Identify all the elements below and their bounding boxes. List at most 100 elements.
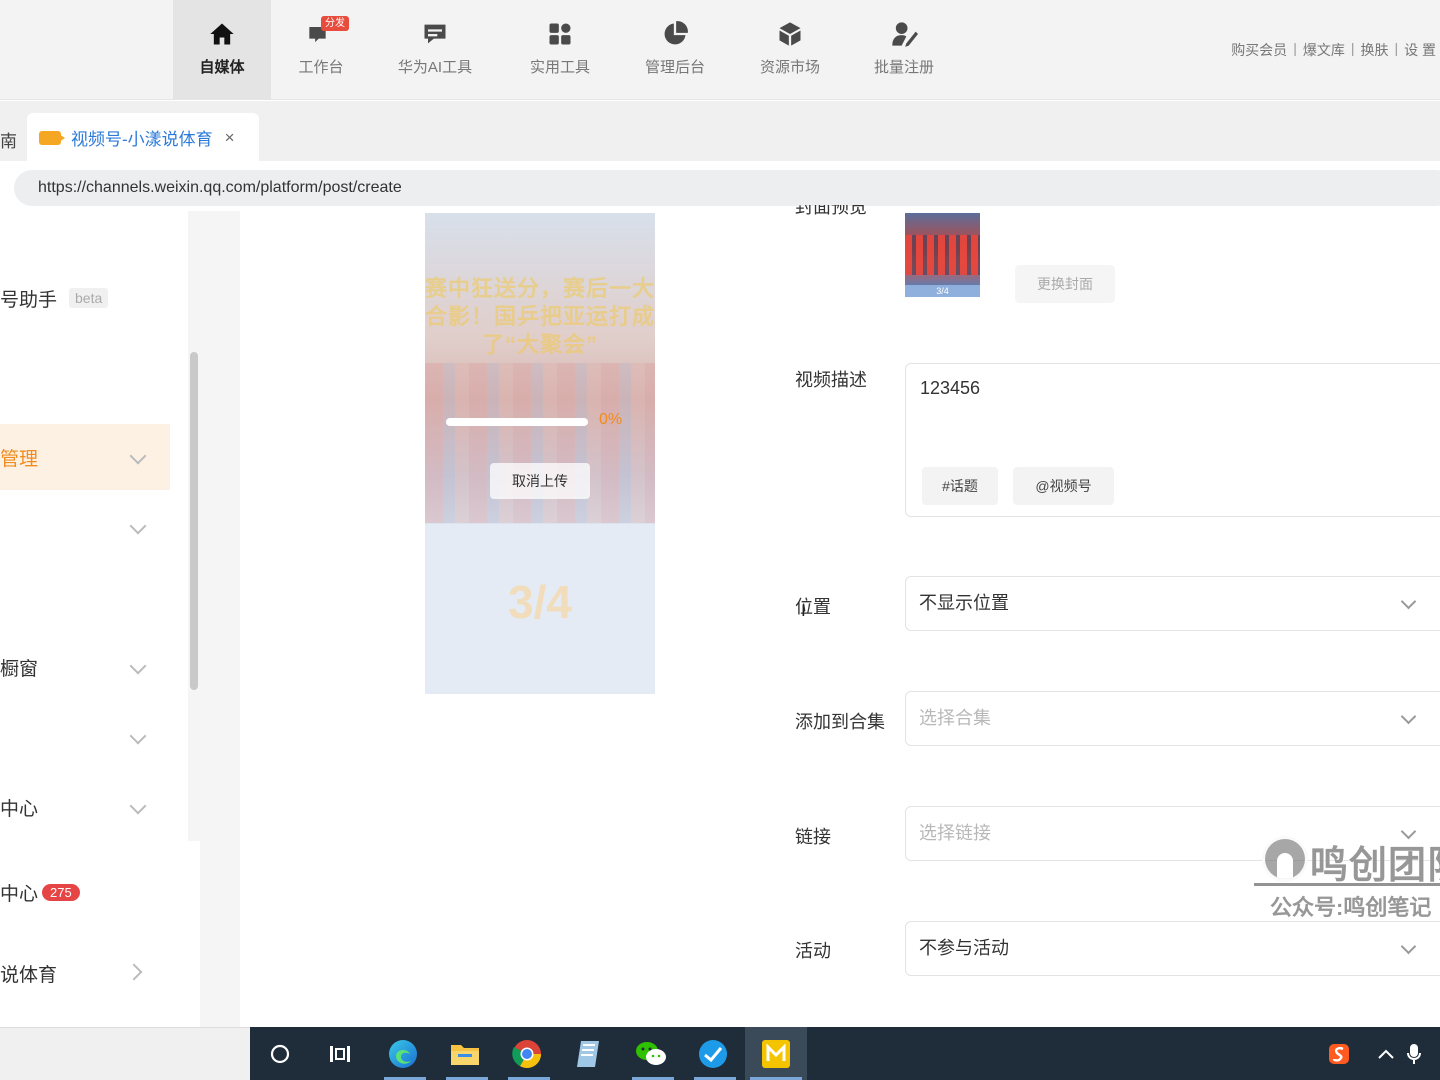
chevron-down-icon <box>129 447 147 465</box>
watermark-logo-icon <box>1262 836 1308 882</box>
sidebar-item-account[interactable]: 说体育 <box>0 940 170 1006</box>
nav-admin-console[interactable]: 管理后台 <box>630 0 720 100</box>
chrome-icon[interactable] <box>508 1035 546 1073</box>
description-textarea[interactable]: 123456 #话题 @视频号 <box>905 363 1440 517</box>
browser-tab-strip: 南 视频号-小漾说体育 × <box>0 101 1440 162</box>
top-links: 购买会员 | 爆文库 | 换肤 | 设 置 <box>1231 40 1436 60</box>
edge-icon[interactable] <box>384 1035 422 1073</box>
description-label: 视频描述 <box>795 370 867 390</box>
beta-badge: beta <box>69 288 109 308</box>
nav-self-media[interactable]: 自媒体 <box>173 0 271 100</box>
preview-headline: 赛中狂送分，赛后一大合影！国乒把亚运打成了“大聚会” <box>425 276 655 357</box>
close-icon[interactable]: × <box>225 128 235 148</box>
notes-icon[interactable] <box>570 1035 608 1073</box>
location-value: 不显示位置 <box>919 593 1009 613</box>
link-separator: | <box>1350 40 1355 56</box>
activity-select[interactable]: 不参与活动 <box>905 921 1440 976</box>
sidebar-scrollbar[interactable] <box>190 352 198 690</box>
sidebar-item-assistant[interactable]: 号助手 beta <box>0 265 170 331</box>
wechat-icon[interactable] <box>632 1035 670 1073</box>
tab-title: 视频号-小漾说体育 <box>71 130 213 149</box>
sidebar-item-showcase[interactable]: 橱窗 <box>0 634 170 700</box>
cover-thumbnail[interactable]: 3/4 <box>905 213 980 297</box>
description-value: 123456 <box>920 378 981 398</box>
link-separator: | <box>1293 40 1297 56</box>
nav-label: 自媒体 <box>199 59 245 76</box>
sidebar-item-center[interactable]: 中心 <box>0 774 170 840</box>
nav-resource-market[interactable]: 资源市场 <box>745 0 835 100</box>
buy-membership-link[interactable]: 购买会员 <box>1231 40 1287 60</box>
chevron-down-icon <box>129 797 147 815</box>
app-toolbar: 自媒体 分发 工作台 华为AI工具 实用工具 管理后台 资源市场 批量注册 购买… <box>0 0 1440 100</box>
sidebar-item-label: 号助手 <box>0 289 58 311</box>
cover-label: 封面预览 <box>795 205 875 215</box>
chevron-down-icon <box>1400 708 1417 725</box>
url-input[interactable]: https://channels.weixin.qq.com/platform/… <box>14 170 1440 206</box>
nav-label: 管理后台 <box>644 59 705 76</box>
search-circle-icon[interactable] <box>261 1035 299 1073</box>
cover-label-text: 封面预览 <box>795 205 867 215</box>
sidebar-item-label: 中心 <box>0 798 39 820</box>
tab-channels-post[interactable]: 视频号-小漾说体育 × <box>27 113 259 162</box>
microphone-icon[interactable] <box>1395 1035 1433 1073</box>
collection-select[interactable]: 选择合集 <box>905 691 1440 746</box>
mango-app-icon[interactable] <box>757 1035 795 1073</box>
chevron-right-icon <box>125 963 143 981</box>
cover-photo <box>905 235 980 275</box>
box-icon <box>776 20 804 48</box>
settings-link[interactable]: 设 置 <box>1404 40 1436 60</box>
pie-chart-icon <box>661 20 689 48</box>
watermark-subtitle: 公众号:鸣创笔记 <box>1270 895 1432 920</box>
upload-progress-bar <box>446 418 588 426</box>
sidebar-item-label: 中心 <box>0 883 39 905</box>
activity-label: 活动 <box>795 941 831 961</box>
text-cursor-icon: I <box>801 601 806 620</box>
sidebar-item-message-center[interactable]: 中心 275 <box>0 859 170 925</box>
location-select[interactable]: 不显示位置 <box>905 576 1440 631</box>
link-separator: | <box>1394 40 1399 56</box>
change-cover-button[interactable]: 更换封面 <box>1015 265 1115 303</box>
nav-utility-tools[interactable]: 实用工具 <box>515 0 605 100</box>
collection-label: 添加到合集 <box>795 712 885 732</box>
user-edit-icon <box>890 20 918 48</box>
nav-huawei-ai-tools[interactable]: 华为AI工具 <box>385 0 485 100</box>
workbench-icon: 分发 <box>307 16 349 48</box>
content-gutter <box>200 211 240 1027</box>
channels-favicon-icon <box>39 130 65 145</box>
home-icon <box>208 20 236 48</box>
sidebar: 号助手 beta 管理 橱窗 中心 中心 275 说体育 <box>0 211 200 1027</box>
chevron-down-icon <box>1400 938 1417 955</box>
desktop-strip <box>0 1027 250 1080</box>
feishu-icon[interactable] <box>694 1035 732 1073</box>
cancel-upload-button[interactable]: 取消上传 <box>490 463 590 499</box>
address-bar: https://channels.weixin.qq.com/platform/… <box>0 161 1440 211</box>
hot-articles-link[interactable]: 爆文库 <box>1303 40 1345 60</box>
topic-button[interactable]: #话题 <box>922 467 998 505</box>
sidebar-item-collapsed[interactable] <box>0 494 170 560</box>
activity-value: 不参与活动 <box>919 938 1009 958</box>
link-label: 链接 <box>795 827 831 847</box>
chevron-down-icon <box>1400 593 1417 610</box>
sidebar-item-label: 说体育 <box>0 964 58 986</box>
task-view-icon[interactable] <box>321 1035 359 1073</box>
distribute-badge: 分发 <box>321 16 349 31</box>
sidebar-item-content-management[interactable]: 管理 <box>0 424 170 490</box>
file-explorer-icon[interactable] <box>446 1035 484 1073</box>
watermark-divider <box>1254 883 1440 886</box>
chevron-down-icon <box>129 727 147 745</box>
watermark-title: 鸣创团队 <box>1310 845 1440 887</box>
nav-workbench[interactable]: 分发 工作台 <box>283 0 359 100</box>
chat-icon <box>421 20 449 48</box>
sogou-input-icon[interactable] <box>1320 1035 1358 1073</box>
nav-label: 资源市场 <box>759 59 820 76</box>
tab-previous[interactable]: 南 <box>0 127 17 152</box>
collection-placeholder: 选择合集 <box>919 708 991 728</box>
chevron-down-icon <box>129 517 147 535</box>
change-skin-link[interactable]: 换肤 <box>1360 40 1388 60</box>
nav-batch-register[interactable]: 批量注册 <box>860 0 948 100</box>
mention-button[interactable]: @视频号 <box>1013 467 1114 505</box>
sidebar-item-label: 管理 <box>0 448 39 470</box>
windows-taskbar <box>250 1027 1440 1080</box>
sidebar-item-collapsed[interactable] <box>0 704 170 770</box>
nav-label: 华为AI工具 <box>397 59 473 76</box>
